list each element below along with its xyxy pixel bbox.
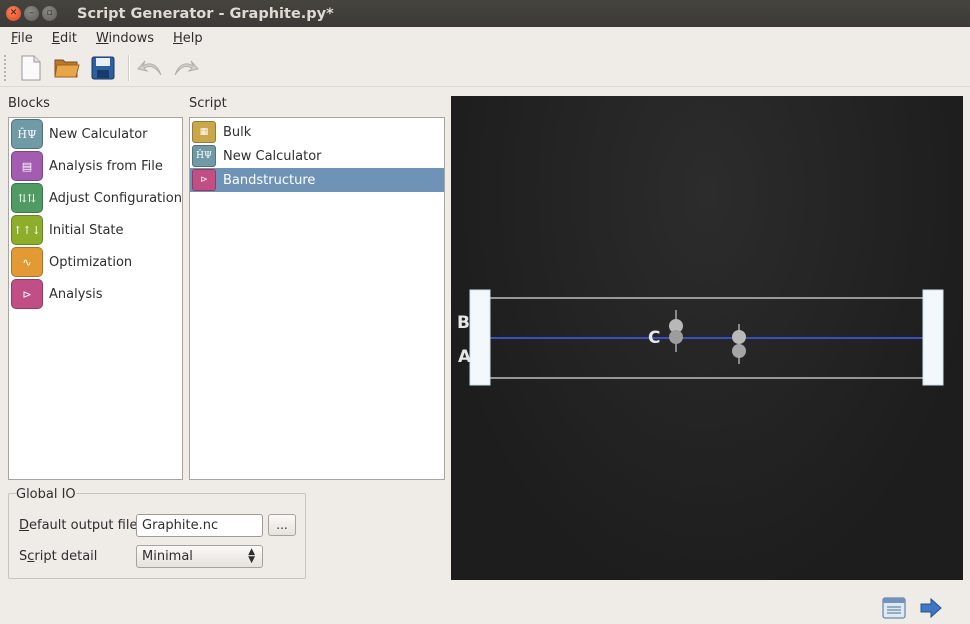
blocks-list[interactable]: ĤΨ New Calculator ▤ Analysis from File ⇅… xyxy=(8,117,183,480)
initial-state-icon: ↑↑↓ xyxy=(11,215,43,245)
open-folder-icon xyxy=(54,59,80,78)
redo-icon xyxy=(174,60,199,76)
block-analysis-from-file[interactable]: ▤ Analysis from File xyxy=(9,150,182,182)
redo-button[interactable] xyxy=(171,53,201,83)
cell-end-right xyxy=(922,289,944,386)
toolbar-grip[interactable] xyxy=(4,55,8,81)
block-optimization[interactable]: ∿ Optimization xyxy=(9,246,182,278)
analysis-file-icon: ▤ xyxy=(11,151,43,181)
undo-button[interactable] xyxy=(135,53,165,83)
default-output-value: Graphite.nc xyxy=(142,518,219,533)
block-new-calculator[interactable]: ĤΨ New Calculator xyxy=(9,118,182,150)
structure-viewer[interactable]: B A C xyxy=(451,96,963,580)
script-detail-select[interactable]: Minimal ▲ ▼ xyxy=(136,545,263,568)
block-optimization-label: Optimization xyxy=(49,254,133,270)
script-item-bulk[interactable]: ▦ Bulk xyxy=(190,120,444,144)
open-file-button[interactable] xyxy=(52,53,82,83)
browse-output-label: ... xyxy=(276,518,288,532)
undo-icon xyxy=(137,60,162,76)
save-icon xyxy=(91,56,115,80)
bandstructure-icon: ⊳ xyxy=(192,169,216,191)
script-item-new-calculator-label: New Calculator xyxy=(223,148,322,164)
script-detail-label-text: ript detail xyxy=(34,549,98,564)
script-list[interactable]: ▦ Bulk ĤΨ New Calculator ⊳ Bandstructure xyxy=(189,117,445,480)
block-analysis[interactable]: ⊳ Analysis xyxy=(9,278,182,310)
menu-help[interactable]: Help xyxy=(166,31,210,46)
script-detail-label: Script detail xyxy=(19,549,97,564)
menu-file[interactable]: File xyxy=(4,31,40,46)
structure-viewer-canvas[interactable]: B A C xyxy=(451,96,963,580)
cell-end-left xyxy=(469,289,491,386)
title-bar: ✕ – ▫ Script Generator - Graphite.py* xyxy=(0,0,970,27)
script-item-bandstructure[interactable]: ⊳ Bandstructure xyxy=(190,168,444,192)
save-button[interactable] xyxy=(88,53,118,83)
script-header: Script xyxy=(189,96,227,111)
block-analysis-from-file-label: Analysis from File xyxy=(49,158,163,174)
default-output-label: Default output file xyxy=(19,518,137,533)
block-initial-state-label: Initial State xyxy=(49,222,124,238)
block-new-calculator-label: New Calculator xyxy=(49,126,148,142)
adjust-config-icon: ⇅⇅ xyxy=(11,183,43,213)
close-window-button[interactable]: ✕ xyxy=(6,6,21,21)
menu-help-label: elp xyxy=(182,31,203,46)
carbon-atom[interactable] xyxy=(732,330,746,344)
calculator-icon: ĤΨ xyxy=(11,119,43,149)
menu-windows[interactable]: Windows xyxy=(89,31,161,46)
script-item-bulk-label: Bulk xyxy=(223,124,252,140)
analysis-icon: ⊳ xyxy=(11,279,43,309)
document-list-icon xyxy=(882,597,906,619)
blocks-header: Blocks xyxy=(8,96,50,111)
menu-bar: File Edit Windows Help xyxy=(0,27,970,50)
new-file-icon xyxy=(21,55,41,81)
default-output-label-text: efault output file xyxy=(29,518,138,533)
maximize-window-button[interactable]: ▫ xyxy=(42,6,57,21)
menu-windows-label: indows xyxy=(108,31,155,46)
default-output-mnemonic: D xyxy=(19,518,30,533)
script-item-new-calculator[interactable]: ĤΨ New Calculator xyxy=(190,144,444,168)
menu-file-label: ile xyxy=(17,31,33,46)
optimization-icon: ∿ xyxy=(11,247,43,277)
carbon-atom[interactable] xyxy=(669,330,683,344)
menu-help-mnemonic: H xyxy=(173,31,183,46)
arrow-right-icon xyxy=(920,597,942,619)
browse-output-button[interactable]: ... xyxy=(268,514,296,536)
bulk-icon: ▦ xyxy=(192,121,216,143)
send-to-button[interactable] xyxy=(918,595,944,621)
toolbar-separator xyxy=(128,55,129,81)
carbon-atom[interactable] xyxy=(732,344,746,358)
axis-label-b: B xyxy=(457,313,470,333)
toolbar xyxy=(0,50,970,87)
block-initial-state[interactable]: ↑↑↓ Initial State xyxy=(9,214,182,246)
menu-windows-mnemonic: W xyxy=(95,31,109,46)
block-adjust-configuration[interactable]: ⇅⇅ Adjust Configuration xyxy=(9,182,182,214)
select-arrows-icon: ▲ ▼ xyxy=(248,547,255,565)
menu-edit-mnemonic: E xyxy=(51,31,60,46)
axis-label-a: A xyxy=(458,347,472,367)
window-title: Script Generator - Graphite.py* xyxy=(77,5,334,22)
script-preview-button[interactable] xyxy=(881,595,907,621)
global-io-title: Global IO xyxy=(16,487,76,502)
script-detail-value: Minimal xyxy=(142,549,193,564)
script-item-bandstructure-label: Bandstructure xyxy=(223,172,316,188)
axis-label-c: C xyxy=(648,328,660,348)
calculator-icon: ĤΨ xyxy=(192,145,216,167)
block-analysis-label: Analysis xyxy=(49,286,103,302)
menu-edit-label: dit xyxy=(60,31,77,46)
new-file-button[interactable] xyxy=(16,53,46,83)
menu-edit[interactable]: Edit xyxy=(45,31,84,46)
default-output-field[interactable]: Graphite.nc xyxy=(136,514,263,537)
block-adjust-configuration-label: Adjust Configuration xyxy=(49,190,182,206)
minimize-window-button[interactable]: – xyxy=(24,6,39,21)
